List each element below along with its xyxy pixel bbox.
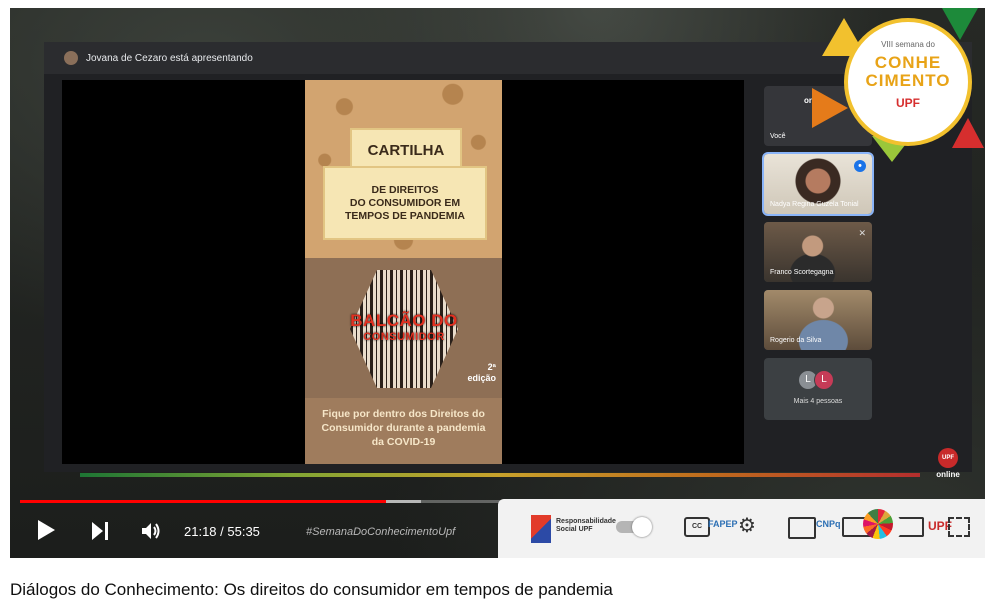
miniplayer-button[interactable] bbox=[788, 517, 816, 539]
poster-edition: 2ª edição bbox=[467, 362, 496, 384]
participant-name: Você bbox=[770, 133, 786, 140]
poster-brand: BALCÃO DO CONSUMIDOR bbox=[335, 311, 473, 345]
hashtag: #SemanaDoConhecimentoUpf bbox=[306, 526, 456, 538]
autoplay-toggle[interactable] bbox=[616, 517, 652, 537]
poster-edition-number: 2ª bbox=[487, 362, 496, 372]
event-name-line1: CONHE bbox=[874, 53, 942, 72]
poster-subtitle: DE DIREITOS DO CONSUMIDOR EM TEMPOS DE P… bbox=[323, 166, 487, 240]
event-name: CONHE CIMENTO bbox=[848, 54, 968, 90]
time-display: 21:18 / 55:35 bbox=[184, 524, 260, 539]
poster-subtitle-line: DO CONSUMIDOR EM bbox=[349, 196, 461, 209]
event-badge: VIII semana do CONHE CIMENTO UPF bbox=[812, 8, 985, 168]
subtitles-button[interactable]: CC bbox=[684, 517, 710, 537]
participant-name: Nadya Regina Guzela Tonial bbox=[770, 201, 859, 208]
presenter-avatar bbox=[64, 51, 78, 65]
poster-subtitle-line: DE DIREITOS bbox=[371, 183, 439, 196]
decor-triangle bbox=[812, 88, 848, 128]
participant-name: Franco Scortegagna bbox=[770, 269, 834, 276]
poster-edition-label: edição bbox=[467, 373, 496, 383]
event-color-stripe bbox=[80, 473, 920, 477]
fapesp-logo: FAPEP bbox=[708, 519, 738, 529]
shared-screen: CARTILHA DE DIREITOS DO CONSUMIDOR EM TE… bbox=[62, 80, 744, 464]
cartilha-poster: CARTILHA DE DIREITOS DO CONSUMIDOR EM TE… bbox=[305, 80, 502, 464]
mic-off-icon: ✕ bbox=[858, 228, 866, 238]
autoplay-knob bbox=[632, 517, 652, 537]
event-edition: VIII semana do bbox=[881, 40, 935, 49]
play-button[interactable] bbox=[38, 520, 55, 540]
sponsor-strip: Responsabilidade Social UPF CC FAPEP ⚙ C… bbox=[498, 499, 985, 558]
more-participants-label: Mais 4 pessoas bbox=[793, 398, 843, 405]
next-bar-icon bbox=[105, 522, 108, 540]
poster-subtitle-line: TEMPOS DE PANDEMIA bbox=[345, 209, 465, 222]
ods-wheel-logo bbox=[863, 509, 893, 539]
volume-icon bbox=[142, 523, 160, 539]
online-text: online bbox=[936, 470, 960, 479]
upf-online-logo: UPF online bbox=[928, 448, 968, 488]
poster-footer-line: Consumidor durante a pandemia bbox=[321, 422, 486, 434]
participant-tile: Rogerio da Silva bbox=[764, 290, 872, 350]
avatar: L bbox=[814, 370, 834, 390]
responsabilidade-social-logo bbox=[531, 515, 551, 543]
fullscreen-button[interactable] bbox=[948, 517, 970, 537]
participant-name: Rogerio da Silva bbox=[770, 337, 822, 344]
settings-gear-icon[interactable]: ⚙ bbox=[738, 513, 756, 538]
cnpq-logo: CNPq bbox=[816, 519, 841, 529]
poster-brand-section: BALCÃO DO CONSUMIDOR 2ª edição bbox=[305, 258, 502, 398]
rs-line2: Social UPF bbox=[556, 526, 593, 533]
presenter-text: Jovana de Cezaro está apresentando bbox=[86, 52, 253, 64]
more-participants-tile: L L Mais 4 pessoas bbox=[764, 358, 872, 420]
played-bar bbox=[20, 500, 386, 503]
volume-button[interactable] bbox=[140, 520, 162, 542]
event-upf: UPF bbox=[896, 96, 920, 110]
event-name-line2: CIMENTO bbox=[865, 71, 951, 90]
event-logo: VIII semana do CONHE CIMENTO UPF bbox=[848, 22, 968, 142]
decor-triangle bbox=[952, 118, 984, 148]
upf-circle: UPF bbox=[938, 448, 958, 468]
cast-button[interactable] bbox=[898, 517, 924, 537]
poster-top: CARTILHA DE DIREITOS DO CONSUMIDOR EM TE… bbox=[305, 80, 502, 258]
more-avatars: L L bbox=[798, 370, 834, 390]
video-title: Diálogos do Conhecimento: Os direitos do… bbox=[10, 580, 613, 599]
poster-brand-line1: BALCÃO DO bbox=[350, 311, 458, 330]
poster-footer-line: Fique por dentro dos Direitos do bbox=[322, 408, 485, 420]
video-player[interactable]: Jovana de Cezaro está apresentando CARTI… bbox=[10, 8, 985, 558]
next-button[interactable] bbox=[92, 522, 112, 540]
poster-footer-line: da COVID-19 bbox=[371, 436, 436, 448]
rs-line1: Responsabilidade bbox=[556, 518, 616, 525]
next-icon bbox=[92, 522, 103, 540]
responsabilidade-social-text: Responsabilidade Social UPF bbox=[556, 518, 616, 534]
participant-tile: ✕ Franco Scortegagna bbox=[764, 222, 872, 282]
poster-brand-line2: CONSUMIDOR bbox=[363, 331, 445, 343]
decor-triangle bbox=[942, 8, 978, 40]
poster-footer: Fique por dentro dos Direitos do Consumi… bbox=[305, 398, 502, 464]
